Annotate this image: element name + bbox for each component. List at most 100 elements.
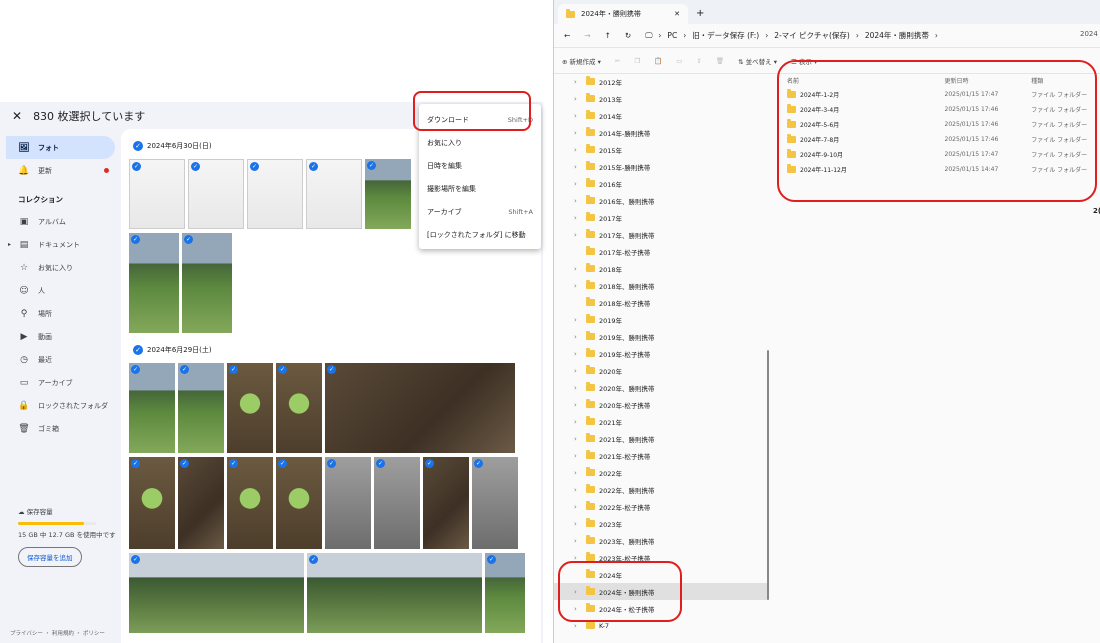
- tree-item[interactable]: › 2017年: [554, 209, 769, 226]
- expand-icon[interactable]: ›: [574, 537, 586, 545]
- expand-icon[interactable]: ›: [574, 282, 586, 290]
- tree-item[interactable]: › 2013年: [554, 90, 769, 107]
- expand-icon[interactable]: ›: [574, 231, 586, 239]
- refresh-icon[interactable]: ↻: [625, 31, 631, 40]
- close-icon[interactable]: ✕: [674, 10, 680, 18]
- delete-icon[interactable]: 🗑: [716, 57, 724, 65]
- tree-item[interactable]: › 2019年-松子携帯: [554, 345, 769, 362]
- expand-icon[interactable]: ›: [574, 78, 586, 86]
- pc-icon[interactable]: 🖵: [645, 31, 652, 41]
- check-icon[interactable]: ✓: [229, 459, 238, 468]
- check-icon[interactable]: ✓: [133, 141, 143, 151]
- photo-thumbnail[interactable]: ✓: [182, 233, 232, 333]
- check-icon[interactable]: ✓: [250, 162, 259, 171]
- paste-icon[interactable]: 📋: [654, 57, 662, 65]
- breadcrumb-separator[interactable]: ›: [765, 31, 768, 40]
- back-icon[interactable]: ←: [564, 31, 570, 40]
- photo-thumbnail[interactable]: ✓: [129, 233, 179, 333]
- new-button[interactable]: ⊕ 新規作成 ▾: [562, 56, 601, 66]
- tree-item[interactable]: › 2014年: [554, 107, 769, 124]
- tree-item[interactable]: 2018年-松子携帯: [554, 294, 769, 311]
- check-icon[interactable]: ✓: [184, 235, 193, 244]
- expand-icon[interactable]: ›: [574, 469, 586, 477]
- tree-item[interactable]: › 2019年、勝則携帯: [554, 328, 769, 345]
- check-icon[interactable]: ✓: [180, 459, 189, 468]
- breadcrumb[interactable]: 🖵 › PC › 旧・データ保存 (F:) › 2-マイ ピクチャ(保存) › 2024年・勝則…: [645, 30, 938, 41]
- nav-item[interactable]: 🖼 フォト: [6, 136, 115, 159]
- tree-item[interactable]: › 2020年-松子携帯: [554, 396, 769, 413]
- tree-item[interactable]: › 2016年、勝則携帯: [554, 192, 769, 209]
- menu-item[interactable]: [ロックされたフォルダ] に移動: [419, 223, 541, 246]
- expand-icon[interactable]: ›: [574, 452, 586, 460]
- check-icon[interactable]: ✓: [131, 459, 140, 468]
- expand-icon[interactable]: ›: [574, 146, 586, 154]
- tree-item[interactable]: › 2018年、勝則携帯: [554, 277, 769, 294]
- check-icon[interactable]: ✓: [327, 365, 336, 374]
- photo-thumbnail[interactable]: ✓: [276, 457, 322, 549]
- check-icon[interactable]: ✓: [229, 365, 238, 374]
- tree-item[interactable]: › 2014年-勝則携帯: [554, 124, 769, 141]
- expand-icon[interactable]: ›: [574, 129, 586, 137]
- tree-item[interactable]: › 2019年: [554, 311, 769, 328]
- photo-thumbnail[interactable]: ✓: [485, 553, 525, 633]
- tree-item[interactable]: › 2021年、勝則携帯: [554, 430, 769, 447]
- check-icon[interactable]: ✓: [133, 345, 143, 355]
- photo-thumbnail[interactable]: ✓: [423, 457, 469, 549]
- check-icon[interactable]: ✓: [131, 555, 140, 564]
- photo-thumbnail[interactable]: ✓: [307, 553, 482, 633]
- close-icon[interactable]: ✕: [12, 109, 22, 123]
- expand-icon[interactable]: ›: [574, 486, 586, 494]
- tree-item[interactable]: › 2012年: [554, 73, 769, 90]
- collection-item[interactable]: ☺ 人: [0, 279, 120, 302]
- expand-icon[interactable]: ›: [574, 265, 586, 273]
- check-icon[interactable]: ✓: [425, 459, 434, 468]
- expand-icon[interactable]: ›: [574, 384, 586, 392]
- tree-item[interactable]: › 2020年、勝則携帯: [554, 379, 769, 396]
- collection-item[interactable]: ▣ アルバム: [0, 210, 120, 233]
- rename-icon[interactable]: ▭: [676, 57, 682, 65]
- photo-thumbnail[interactable]: ✓: [129, 363, 175, 453]
- menu-item[interactable]: 日時を編集: [419, 154, 541, 177]
- check-icon[interactable]: ✓: [278, 365, 287, 374]
- up-icon[interactable]: ↑: [605, 31, 611, 40]
- collection-item[interactable]: ▶ 動画: [0, 325, 120, 348]
- tree-item[interactable]: › 2017年、勝則携帯: [554, 226, 769, 243]
- cut-icon[interactable]: ✂: [615, 57, 620, 65]
- expand-icon[interactable]: ›: [574, 401, 586, 409]
- breadcrumb-item[interactable]: PC: [667, 31, 677, 40]
- expand-icon[interactable]: ›: [574, 180, 586, 188]
- collection-item[interactable]: 🗑 ゴミ箱: [0, 417, 120, 440]
- photo-thumbnail[interactable]: ✓: [129, 457, 175, 549]
- collection-item[interactable]: ☆ お気に入り: [0, 256, 120, 279]
- photo-thumbnail[interactable]: ✓: [325, 457, 371, 549]
- check-icon[interactable]: ✓: [367, 161, 376, 170]
- expand-icon[interactable]: ›: [574, 350, 586, 358]
- check-icon[interactable]: ✓: [309, 555, 318, 564]
- photo-thumbnail[interactable]: ✓: [472, 457, 518, 549]
- explorer-tab[interactable]: 2024年・勝則携帯 ✕: [558, 4, 688, 24]
- check-icon[interactable]: ✓: [132, 162, 141, 171]
- expand-icon[interactable]: ›: [574, 316, 586, 324]
- check-icon[interactable]: ✓: [376, 459, 385, 468]
- photo-thumbnail[interactable]: ✓: [276, 363, 322, 453]
- footer-links[interactable]: プライバシー ・ 利用規約 ・ ポリシー: [10, 629, 105, 637]
- photo-thumbnail[interactable]: ✓: [129, 553, 304, 633]
- tree-item[interactable]: › 2020年: [554, 362, 769, 379]
- share-icon[interactable]: ⇪: [696, 57, 701, 65]
- breadcrumb-separator[interactable]: ›: [683, 31, 686, 40]
- expand-icon[interactable]: ›: [574, 622, 586, 630]
- menu-item[interactable]: アーカイブ Shift+A: [419, 200, 541, 223]
- tree-item[interactable]: › 2021年-松子携帯: [554, 447, 769, 464]
- breadcrumb-item[interactable]: 旧・データ保存 (F:): [692, 30, 759, 41]
- menu-item[interactable]: お気に入り: [419, 131, 541, 154]
- tree-item[interactable]: › 2018年: [554, 260, 769, 277]
- check-icon[interactable]: ✓: [131, 235, 140, 244]
- date-header[interactable]: ✓ 2024年6月29日(土): [121, 341, 541, 359]
- expand-icon[interactable]: ▸: [8, 241, 11, 248]
- tree-item[interactable]: › 2023年、勝則携帯: [554, 532, 769, 549]
- expand-icon[interactable]: ›: [574, 367, 586, 375]
- expand-icon[interactable]: ›: [574, 435, 586, 443]
- check-icon[interactable]: ✓: [327, 459, 336, 468]
- expand-icon[interactable]: ›: [574, 503, 586, 511]
- tree-item[interactable]: › 2022年、勝則携帯: [554, 481, 769, 498]
